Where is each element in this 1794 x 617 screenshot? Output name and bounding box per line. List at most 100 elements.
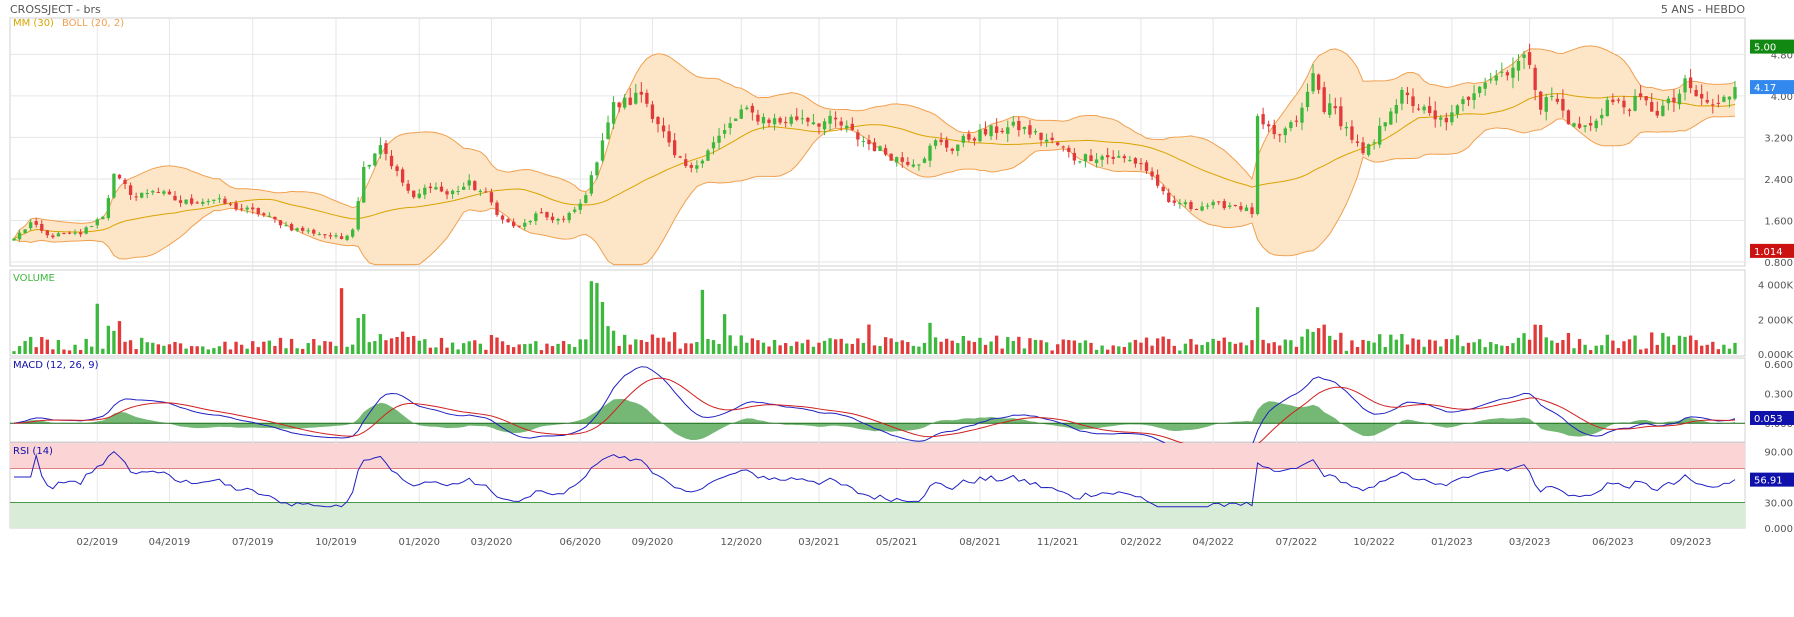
volume-bar	[817, 342, 821, 354]
volume-bar	[911, 345, 916, 354]
volume-bar	[1167, 339, 1171, 354]
candle-body	[639, 91, 643, 95]
volume-bar	[1011, 340, 1015, 354]
volume-bar	[1211, 338, 1215, 354]
x-tick-label: 03/2023	[1509, 537, 1551, 548]
volume-bar	[1078, 342, 1082, 354]
volume-bar	[56, 339, 61, 354]
candle-body	[1511, 67, 1515, 78]
volume-bar	[1461, 346, 1465, 354]
candle-body	[445, 191, 449, 195]
candle-body	[772, 118, 777, 125]
volume-bar	[1239, 342, 1243, 354]
candle-body	[994, 126, 999, 133]
candle-body	[1316, 74, 1321, 90]
candle-body	[17, 232, 22, 240]
candle-body	[1139, 163, 1143, 165]
volume-bar	[672, 332, 677, 354]
candle-body	[872, 142, 877, 152]
rsi-oversold-zone	[10, 502, 1745, 528]
volume-bar	[1178, 350, 1182, 354]
candle-body	[756, 114, 760, 122]
candle-body	[173, 195, 177, 201]
volume-bar	[362, 314, 366, 354]
volume-bar	[1244, 345, 1249, 354]
volume-bar	[784, 343, 788, 354]
candle-body	[656, 117, 660, 125]
candle-body	[1111, 156, 1115, 159]
rsi-tick-label: 30.00	[1764, 499, 1793, 510]
candle-body	[611, 102, 616, 124]
x-tick-label: 01/2023	[1431, 537, 1473, 548]
volume-bar	[1622, 341, 1626, 354]
volume-bar	[1311, 331, 1315, 354]
volume-bar	[1400, 333, 1404, 354]
volume-bar	[350, 344, 355, 354]
volume-bar	[1050, 350, 1054, 354]
candle-body	[145, 192, 149, 194]
candle-body	[234, 202, 238, 210]
candle-body	[1183, 202, 1188, 205]
volume-bar	[78, 349, 83, 354]
volume-bar	[978, 337, 982, 354]
volume-bar	[667, 341, 671, 354]
volume-bar	[889, 338, 893, 354]
candle-body	[334, 235, 338, 237]
candle-body	[672, 140, 677, 156]
candle-body	[1588, 123, 1593, 126]
volume-bar	[795, 341, 799, 354]
volume-bar	[1139, 342, 1143, 354]
volume-bar	[195, 346, 199, 354]
candle-body	[439, 186, 444, 192]
volume-bar	[1366, 340, 1371, 354]
candle-body	[78, 232, 83, 235]
candle-body	[1067, 147, 1071, 152]
candle-body	[706, 150, 710, 161]
volume-bar	[1550, 340, 1554, 354]
volume-bar	[334, 345, 338, 354]
price-tag-last: 4.17	[1754, 83, 1776, 94]
volume-bar	[1294, 346, 1299, 354]
volume-bar	[373, 341, 377, 354]
volume-bar	[845, 343, 849, 354]
volume-bar	[1555, 342, 1560, 354]
candle-body	[328, 235, 333, 237]
candle-body	[51, 235, 55, 238]
candle-body	[822, 121, 827, 130]
candle-body	[1450, 112, 1454, 123]
candle-body	[1644, 96, 1648, 101]
volume-bar	[861, 342, 866, 354]
volume-bar	[1305, 329, 1310, 354]
volume-bar	[1500, 345, 1504, 354]
volume-bar	[1150, 345, 1154, 354]
candle-body	[1594, 120, 1598, 129]
volume-bar	[806, 339, 810, 354]
volume-bar	[800, 343, 804, 354]
volume-bar	[12, 351, 16, 354]
volume-bar	[745, 342, 749, 354]
candle-body	[745, 107, 749, 110]
candle-body	[983, 128, 988, 135]
macd-tick-label: 0.300	[1764, 390, 1793, 401]
volume-bar	[1405, 344, 1410, 354]
volume-bar	[1672, 344, 1676, 354]
candle-body	[1433, 110, 1437, 120]
volume-bar	[567, 344, 571, 354]
volume-bar	[1067, 340, 1071, 354]
candle-body	[206, 201, 210, 203]
volume-bar	[23, 340, 27, 354]
candle-body	[667, 131, 671, 143]
volume-bar	[1228, 341, 1232, 354]
candle-body	[1222, 201, 1226, 209]
candle-body	[323, 234, 327, 236]
candle-body	[28, 222, 33, 229]
volume-bar	[1128, 342, 1132, 354]
candle-body	[1361, 142, 1365, 154]
volume-bar	[1655, 344, 1659, 354]
volume-bar	[1505, 346, 1510, 354]
candle-body	[1577, 123, 1582, 128]
volume-bar	[1627, 339, 1632, 354]
candle-body	[256, 208, 260, 214]
volume-bar	[140, 337, 144, 354]
volume-bar	[84, 338, 88, 354]
